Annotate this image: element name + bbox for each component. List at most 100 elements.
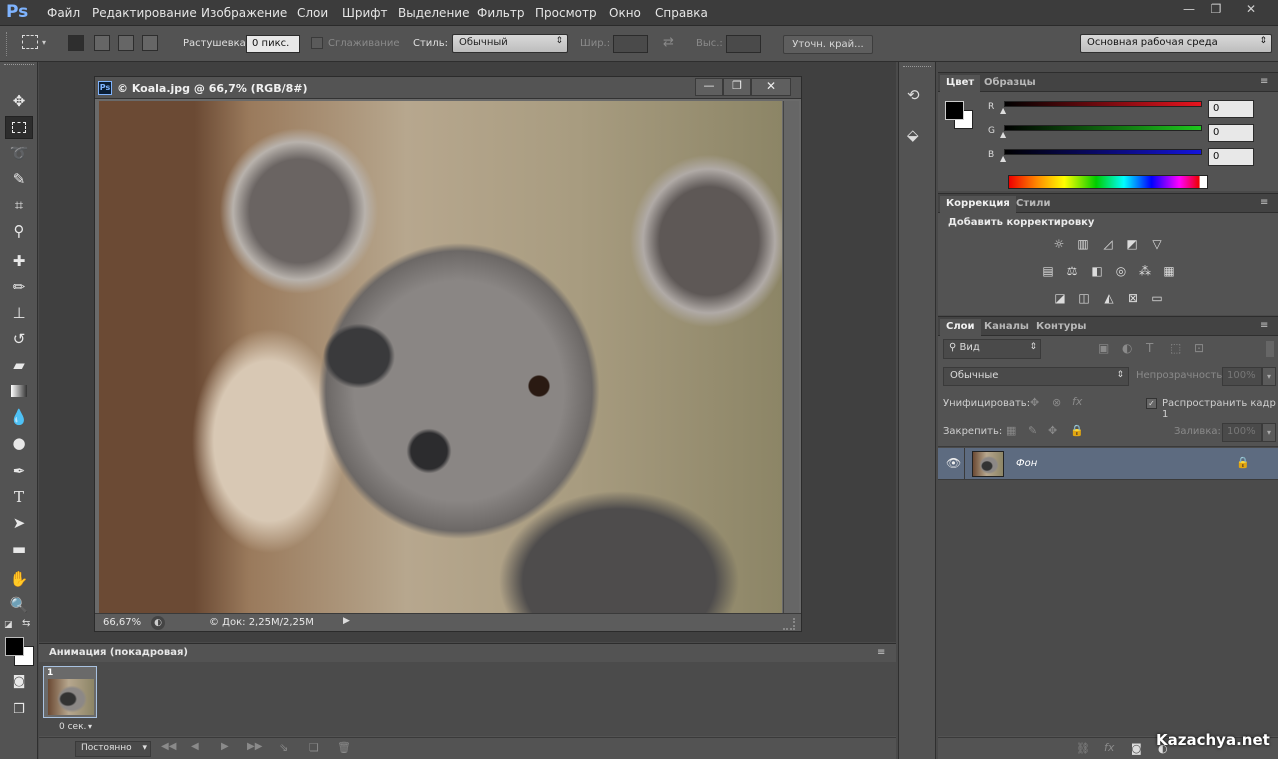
- new-frame-icon[interactable]: ❏: [309, 741, 319, 754]
- koala-image[interactable]: [99, 101, 782, 613]
- unify-visibility-icon[interactable]: ⊗: [1052, 396, 1061, 409]
- color-spectrum-bar[interactable]: [1008, 175, 1208, 189]
- marquee-tool-icon[interactable]: [5, 116, 33, 139]
- panel-menu-icon[interactable]: ≡: [1260, 320, 1268, 331]
- subtract-selection-icon[interactable]: [118, 35, 134, 51]
- tab-layers[interactable]: Слои: [940, 319, 981, 336]
- filter-type-icon[interactable]: T: [1146, 341, 1153, 355]
- brush-tool-icon[interactable]: ✏: [5, 276, 33, 299]
- frame-delay[interactable]: 0 сек.: [59, 722, 86, 732]
- selective-color-icon[interactable]: ⊠: [1125, 291, 1141, 305]
- blue-value-input[interactable]: 0: [1208, 148, 1254, 166]
- clone-stamp-tool-icon[interactable]: ⊥: [5, 302, 33, 325]
- filter-toggle[interactable]: [1266, 341, 1274, 357]
- doc-maximize-button[interactable]: ❐: [723, 78, 751, 96]
- lasso-tool-icon[interactable]: ➰: [5, 142, 33, 165]
- vertical-scrollbar[interactable]: [783, 101, 799, 613]
- levels-icon[interactable]: ▥: [1075, 237, 1091, 251]
- tab-channels[interactable]: Каналы: [978, 319, 1035, 336]
- posterize-icon[interactable]: ◫: [1076, 291, 1092, 305]
- gradient-map-icon[interactable]: ▭: [1149, 291, 1165, 305]
- panel-menu-icon[interactable]: ≡: [1260, 197, 1268, 208]
- app-close-button[interactable]: ✕: [1238, 2, 1264, 18]
- history-brush-tool-icon[interactable]: ↺: [5, 328, 33, 351]
- green-slider[interactable]: [1004, 125, 1202, 131]
- menu-type[interactable]: Шрифт: [342, 6, 388, 20]
- dodge-tool-icon[interactable]: ●: [5, 432, 33, 455]
- menu-window[interactable]: Окно: [609, 6, 641, 20]
- intersect-selection-icon[interactable]: [142, 35, 158, 51]
- eyedropper-tool-icon[interactable]: ⚲: [5, 220, 33, 243]
- panel-menu-icon[interactable]: ≡: [1260, 76, 1268, 87]
- preset-dropdown-arrow-icon[interactable]: ▾: [42, 38, 46, 47]
- next-frame-icon[interactable]: ▶▶: [247, 741, 262, 752]
- tab-color[interactable]: Цвет: [940, 75, 981, 92]
- filter-shape-icon[interactable]: ⬚: [1170, 341, 1181, 355]
- width-input[interactable]: [613, 35, 648, 53]
- prev-frame-icon[interactable]: ◀: [191, 741, 199, 752]
- blend-mode-select[interactable]: Обычные ⇕: [943, 367, 1129, 386]
- gradient-tool-icon[interactable]: [5, 380, 33, 403]
- swap-colors-icon[interactable]: ⇆: [22, 618, 30, 629]
- options-grip[interactable]: [6, 32, 8, 56]
- unify-position-icon[interactable]: ✥: [1030, 396, 1039, 409]
- layer-row[interactable]: 👁 Фон 🔒: [938, 448, 1278, 480]
- 3d-panel-icon[interactable]: ⬙: [907, 126, 919, 144]
- quick-select-tool-icon[interactable]: ✎: [5, 168, 33, 191]
- screen-mode-icon[interactable]: ❒: [5, 698, 33, 721]
- pen-tool-icon[interactable]: ✒: [5, 460, 33, 483]
- menu-view[interactable]: Просмотр: [535, 6, 597, 20]
- play-icon[interactable]: ▶: [221, 741, 229, 752]
- opacity-input[interactable]: 100%: [1222, 367, 1262, 386]
- filter-adjustment-icon[interactable]: ◐: [1122, 341, 1132, 355]
- menu-help[interactable]: Справка: [655, 6, 708, 20]
- type-tool-icon[interactable]: T: [5, 486, 33, 509]
- eraser-tool-icon[interactable]: ▰: [5, 354, 33, 377]
- tween-icon[interactable]: ⇘: [279, 741, 288, 754]
- menu-edit[interactable]: Редактирование: [92, 6, 197, 20]
- layer-name[interactable]: Фон: [1016, 458, 1037, 469]
- propagate-checkbox[interactable]: ✓: [1146, 398, 1157, 409]
- layer-mask-icon[interactable]: ◙: [1131, 742, 1142, 755]
- new-selection-icon[interactable]: [68, 35, 84, 51]
- tab-styles[interactable]: Стили: [1010, 196, 1056, 213]
- history-panel-icon[interactable]: ⟲: [907, 86, 920, 104]
- panel-menu-icon[interactable]: ≡: [877, 647, 885, 658]
- invert-icon[interactable]: ◪: [1052, 291, 1068, 305]
- threshold-icon[interactable]: ◭: [1101, 291, 1117, 305]
- animation-frame[interactable]: 1: [43, 666, 97, 718]
- animation-tab[interactable]: Анимация (покадровая): [43, 646, 194, 662]
- first-frame-icon[interactable]: ◀◀: [161, 741, 176, 752]
- app-minimize-button[interactable]: —: [1176, 2, 1202, 18]
- eye-icon[interactable]: 👁: [946, 456, 961, 470]
- delete-frame-icon[interactable]: 🗑: [337, 741, 351, 754]
- feather-input[interactable]: 0 пикс.: [246, 35, 300, 53]
- style-select[interactable]: Обычный ⇕: [452, 34, 568, 53]
- red-value-input[interactable]: 0: [1208, 100, 1254, 118]
- curves-icon[interactable]: ◿: [1100, 237, 1116, 251]
- lock-pixels-icon[interactable]: ✎: [1028, 424, 1037, 437]
- blue-slider[interactable]: [1004, 149, 1202, 155]
- layer-filter-select[interactable]: ⚲ Вид ⇕: [943, 339, 1041, 359]
- lock-all-icon[interactable]: 🔒: [1070, 424, 1084, 437]
- tab-adjustments[interactable]: Коррекция: [940, 196, 1016, 213]
- antialias-checkbox[interactable]: [311, 37, 323, 49]
- slider-thumb-icon[interactable]: ▲: [1000, 130, 1006, 139]
- status-menu-arrow-icon[interactable]: ▶: [343, 616, 350, 626]
- vibrance-icon[interactable]: ▽: [1149, 237, 1165, 251]
- height-input[interactable]: [726, 35, 761, 53]
- exposure-icon[interactable]: ◩: [1124, 237, 1140, 251]
- menu-image[interactable]: Изображение: [201, 6, 287, 20]
- foreground-color-swatch[interactable]: [5, 637, 24, 656]
- rectangle-tool-icon[interactable]: ▬: [5, 538, 33, 561]
- move-tool-icon[interactable]: ✥: [5, 90, 33, 113]
- slider-thumb-icon[interactable]: ▲: [1000, 106, 1006, 115]
- black-white-icon[interactable]: ◧: [1089, 264, 1105, 278]
- tab-swatches[interactable]: Образцы: [978, 75, 1042, 92]
- photo-filter-icon[interactable]: ◎: [1113, 264, 1129, 278]
- default-colors-icon[interactable]: ◪: [4, 620, 13, 630]
- green-value-input[interactable]: 0: [1208, 124, 1254, 142]
- menu-layers[interactable]: Слои: [297, 6, 328, 20]
- lock-position-icon[interactable]: ✥: [1048, 424, 1057, 437]
- rect-marquee-preset-icon[interactable]: [22, 35, 38, 49]
